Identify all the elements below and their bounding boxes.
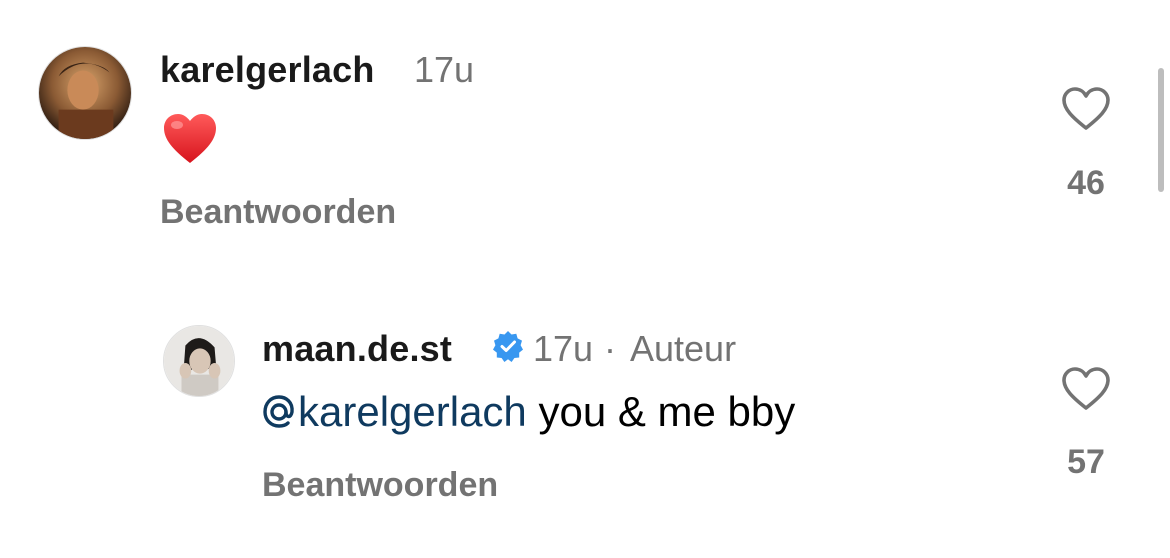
author-label: Auteur	[630, 328, 737, 369]
avatar-image	[39, 47, 131, 139]
avatar-karelgerlach[interactable]	[38, 46, 132, 140]
mention-username[interactable]: karelgerlach	[298, 388, 527, 435]
red-heart-emoji-icon	[162, 111, 218, 167]
meta-separator: ·	[604, 328, 616, 369]
reply-button[interactable]: Beantwoorden	[160, 193, 396, 232]
reply-body: karelgerlach you & me bby	[262, 388, 795, 436]
scrollbar[interactable]	[1158, 68, 1164, 192]
avatar-image	[164, 326, 234, 396]
verified-badge-icon	[492, 330, 524, 362]
avatar-maan-de-st[interactable]	[163, 325, 235, 397]
like-heart-icon[interactable]	[1060, 86, 1112, 132]
reply-timestamp: 17u	[533, 328, 594, 369]
reply-username[interactable]: maan.de.st	[262, 328, 452, 370]
comment-timestamp: 17u	[414, 49, 475, 90]
reply-text: you & me bby	[526, 388, 796, 435]
like-count: 57	[1067, 443, 1105, 481]
like-count: 46	[1067, 164, 1105, 202]
like-heart-icon[interactable]	[1060, 366, 1112, 412]
reply-button[interactable]: Beantwoorden	[262, 466, 498, 505]
comment-username[interactable]: karelgerlach	[160, 49, 375, 91]
threads-at-icon	[262, 390, 296, 428]
mention-link[interactable]: karelgerlach	[262, 388, 527, 435]
